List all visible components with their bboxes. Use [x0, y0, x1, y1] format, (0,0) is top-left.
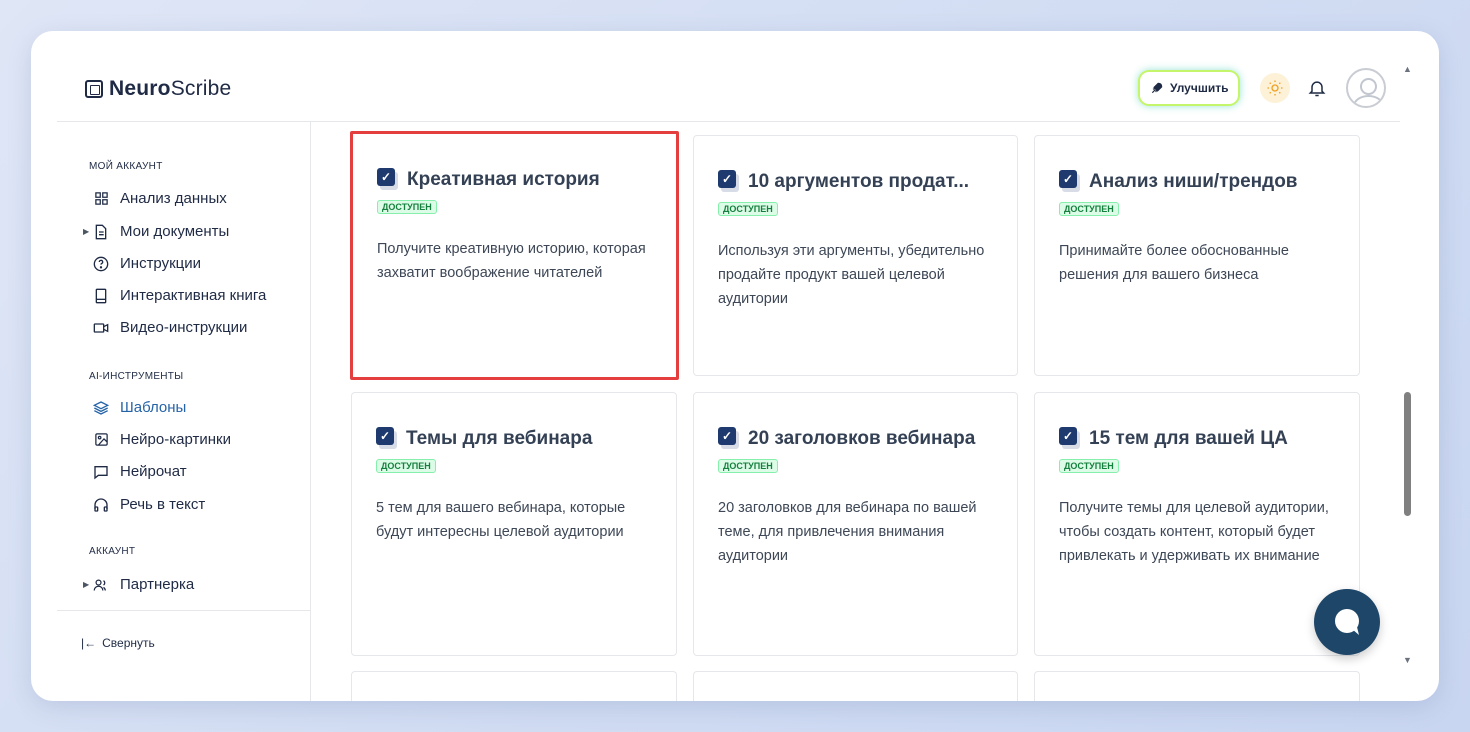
sidebar-item-label: Видео-инструкции [120, 319, 248, 336]
sidebar-item-label: Нейро-картинки [120, 431, 231, 448]
grid-icon [93, 191, 109, 207]
notifications-button[interactable] [1305, 75, 1329, 101]
template-card-niche-analysis[interactable]: ✓ Анализ ниши/трендов ДОСТУПЕН Принимайт… [1034, 135, 1360, 376]
sidebar-item-video-instructions[interactable]: Видео-инструкции [83, 319, 247, 336]
template-card-partial[interactable] [1034, 671, 1360, 701]
sidebar: МОЙ АККАУНТ Анализ данных ▶ Мои документ… [57, 122, 311, 701]
checkbox-icon: ✓ [1059, 427, 1081, 451]
card-description: Принимайте более обоснованные решения дл… [1059, 243, 1289, 283]
checkbox-icon: ✓ [1059, 170, 1081, 194]
status-badge: ДОСТУПЕН [1059, 459, 1119, 473]
checkbox-icon: ✓ [718, 427, 740, 451]
card-title: Темы для вебинара [406, 428, 593, 449]
template-card-creative-story[interactable]: ✓ Креативная история ДОСТУПЕН Получите к… [350, 131, 679, 380]
card-description: 20 заголовков для вебинара по вашей теме… [718, 500, 977, 564]
book-icon [93, 288, 109, 304]
app-window: NeuroScribe Улучшить МОЙ АККАУНТ Анализ … [31, 31, 1439, 701]
checkbox-icon: ✓ [376, 427, 398, 451]
scroll-down-arrow-icon[interactable]: ▼ [1403, 655, 1412, 665]
sidebar-item-label: Инструкции [120, 255, 202, 272]
users-icon [93, 577, 109, 593]
sun-icon [1267, 80, 1283, 96]
sidebar-section-title: AI-ИНСТРУМЕНТЫ [89, 371, 184, 382]
card-title: Анализ ниши/трендов [1089, 171, 1298, 192]
checkbox-icon: ✓ [377, 168, 399, 192]
collapse-arrow-icon: |← [81, 636, 97, 650]
sidebar-item-neuro-images[interactable]: Нейро-картинки [83, 431, 231, 448]
sidebar-item-interactive-book[interactable]: Интерактивная книга [83, 287, 266, 304]
scrollbar-thumb[interactable] [1404, 392, 1411, 516]
sidebar-section-title: АККАУНТ [89, 546, 136, 557]
layers-icon [93, 400, 109, 416]
bell-icon [1308, 81, 1326, 97]
sidebar-item-data-analysis[interactable]: Анализ данных [83, 190, 227, 207]
video-icon [93, 320, 109, 336]
logo-icon [85, 80, 103, 98]
sidebar-item-label: Партнерка [120, 576, 195, 593]
top-header: NeuroScribe Улучшить [57, 31, 1400, 122]
template-card-webinar-topics[interactable]: ✓ Темы для вебинара ДОСТУПЕН 5 тем для в… [351, 392, 677, 656]
sidebar-item-label: Интерактивная книга [120, 287, 267, 304]
chat-bubble-icon [1335, 609, 1359, 635]
sidebar-item-label: Речь в текст [120, 496, 206, 513]
help-circle-icon [93, 256, 109, 272]
template-card-sales-arguments[interactable]: ✓ 10 аргументов продат... ДОСТУПЕН Испол… [693, 135, 1018, 376]
support-chat-button[interactable] [1314, 589, 1380, 655]
status-badge: ДОСТУПЕН [1059, 202, 1119, 216]
sidebar-item-label: Шаблоны [120, 399, 187, 416]
chat-icon [93, 464, 109, 480]
card-title: 20 заголовков вебинара [748, 428, 976, 449]
logo-rest: Scribe [170, 77, 232, 100]
card-description: Получите креативную историю, которая зах… [377, 241, 646, 281]
sidebar-item-neurochat[interactable]: Нейрочат [83, 463, 187, 480]
theme-toggle-button[interactable] [1260, 73, 1290, 103]
status-badge: ДОСТУПЕН [718, 459, 778, 473]
sidebar-item-label: Нейрочат [120, 463, 187, 480]
card-description: 5 тем для вашего вебинара, которые будут… [376, 500, 626, 540]
caret-right-icon: ▶ [83, 227, 90, 236]
headphones-icon [93, 497, 109, 513]
template-card-webinar-headlines[interactable]: ✓ 20 заголовков вебинара ДОСТУПЕН 20 заг… [693, 392, 1018, 656]
document-icon [93, 224, 109, 240]
upgrade-button[interactable]: Улучшить [1140, 72, 1239, 104]
caret-right-icon: ▶ [83, 580, 90, 589]
status-badge: ДОСТУПЕН [377, 200, 437, 214]
sidebar-section-title: МОЙ АККАУНТ [89, 161, 163, 172]
card-description: Получите темы для целевой аудитории, что… [1059, 500, 1329, 564]
sidebar-item-speech-to-text[interactable]: Речь в текст [83, 496, 205, 513]
card-title: Креативная история [407, 169, 600, 190]
sidebar-item-instructions[interactable]: Инструкции [83, 255, 201, 272]
logo-bold: Neuro [109, 77, 171, 100]
upgrade-label: Улучшить [1170, 81, 1229, 95]
template-card-partial[interactable] [693, 671, 1018, 701]
sidebar-item-label: Мои документы [120, 223, 230, 240]
rocket-icon [1151, 82, 1163, 94]
status-badge: ДОСТУПЕН [718, 202, 778, 216]
image-icon [93, 432, 109, 448]
app-logo[interactable]: NeuroScribe [85, 77, 231, 101]
collapse-sidebar-button[interactable]: |← Свернуть [81, 636, 155, 650]
sidebar-item-label: Анализ данных [120, 190, 227, 207]
template-card-partial[interactable] [351, 671, 677, 701]
checkbox-icon: ✓ [718, 170, 740, 194]
card-title: 10 аргументов продат... [748, 171, 970, 192]
sidebar-item-templates[interactable]: Шаблоны [83, 399, 186, 416]
scroll-up-arrow-icon[interactable]: ▲ [1403, 64, 1412, 74]
status-badge: ДОСТУПЕН [376, 459, 436, 473]
card-title: 15 тем для вашей ЦА [1089, 428, 1288, 449]
sidebar-item-my-documents[interactable]: ▶ Мои документы [83, 223, 229, 240]
sidebar-divider [57, 610, 311, 611]
user-avatar[interactable] [1346, 68, 1386, 108]
collapse-label: Свернуть [102, 636, 155, 650]
template-card-audience-topics[interactable]: ✓ 15 тем для вашей ЦА ДОСТУПЕН Получите … [1034, 392, 1360, 656]
card-description: Используя эти аргументы, убедительно про… [718, 243, 985, 307]
sidebar-item-partner[interactable]: ▶ Партнерка [83, 576, 194, 593]
